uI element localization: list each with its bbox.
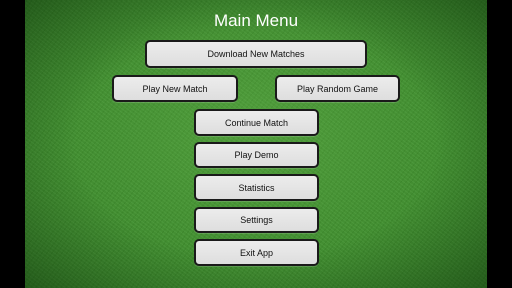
download-new-matches-button[interactable]: Download New Matches <box>145 40 367 68</box>
continue-match-button[interactable]: Continue Match <box>194 109 319 136</box>
menu-title: Main Menu <box>213 11 299 30</box>
play-random-game-button[interactable]: Play Random Game <box>275 75 400 102</box>
play-demo-button[interactable]: Play Demo <box>194 142 319 168</box>
settings-button[interactable]: Settings <box>194 207 319 233</box>
app-screen: Main Menu Download New Matches Play New … <box>0 0 512 288</box>
exit-app-button[interactable]: Exit App <box>194 239 319 266</box>
play-new-match-button[interactable]: Play New Match <box>112 75 238 102</box>
statistics-button[interactable]: Statistics <box>194 174 319 201</box>
